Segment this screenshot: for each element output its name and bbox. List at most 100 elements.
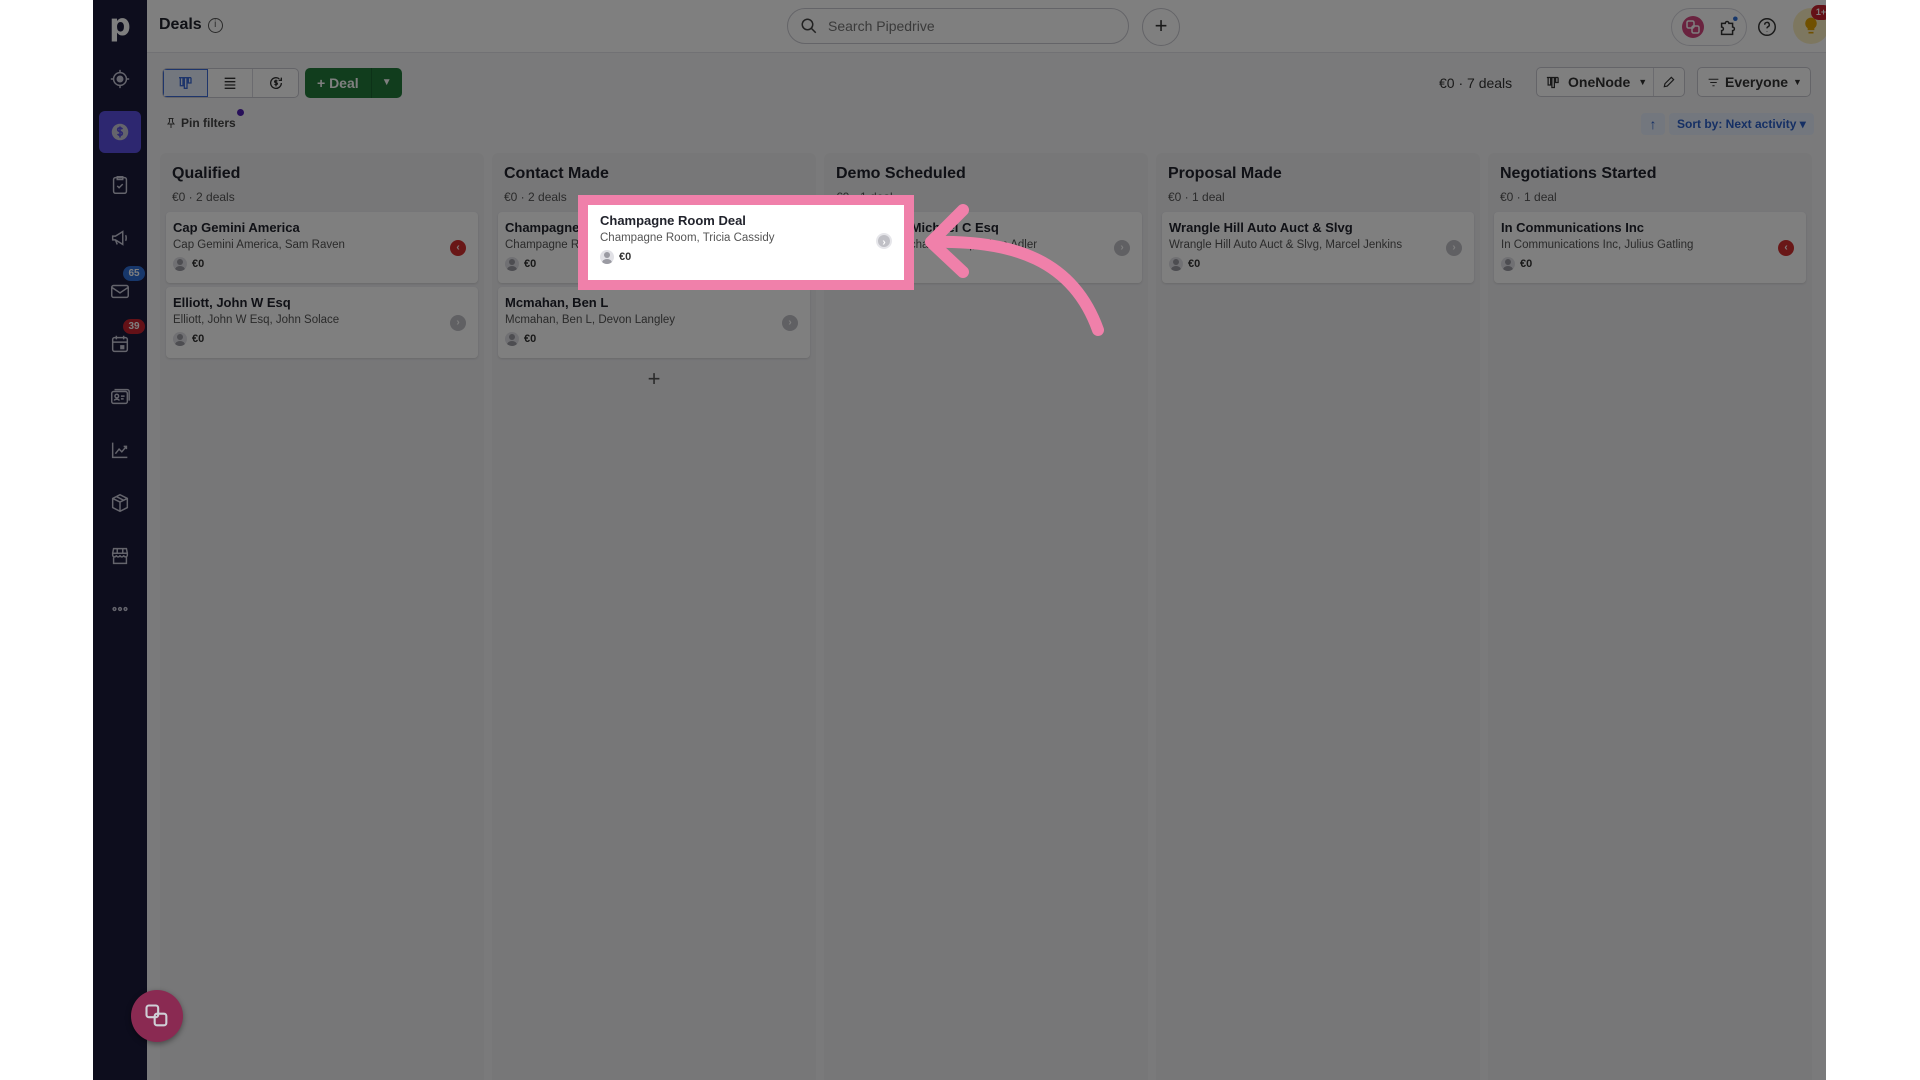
deal-value: €0 [524, 333, 537, 345]
stage-meta: €0 · 2 deals [172, 190, 235, 204]
top-bar: Deals i + 1+ BL [147, 0, 1826, 53]
filter-icon [1708, 78, 1719, 86]
deal-value: €0 [1520, 258, 1533, 270]
deal-card[interactable]: Wrangle Hill Auto Auct & Slvg Wrangle Hi… [1162, 212, 1474, 283]
deal-title: Mcmahan, Ben L [505, 295, 609, 310]
person-icon [173, 257, 187, 271]
deal-title: Champagne Room Deal [600, 213, 746, 228]
stage-title: Qualified [172, 165, 241, 182]
highlighted-deal-card[interactable]: Champagne Room Deal Champagne Room, Tric… [588, 205, 904, 280]
add-deal-dropdown-button[interactable]: ▼ [372, 68, 402, 98]
stage-meta: €0 · 2 deals [504, 190, 567, 204]
sidebar-item-focus[interactable] [99, 58, 141, 100]
sidebar-item-products[interactable] [99, 482, 141, 524]
help-button[interactable] [1754, 14, 1780, 40]
pin-filters-indicator [237, 109, 244, 116]
sidebar-item-mail[interactable]: 65 [99, 266, 145, 312]
pipedrive-logo[interactable]: p [93, 8, 147, 44]
deal-title: In Communications Inc [1501, 220, 1645, 235]
pin-filters-button[interactable]: Pin filters [165, 116, 236, 130]
contact-card-icon [111, 388, 130, 405]
deal-card[interactable]: Cap Gemini America Cap Gemini America, S… [166, 212, 478, 283]
add-deal-button[interactable]: + Deal [305, 68, 372, 98]
search-icon [801, 18, 817, 34]
mail-badge: 65 [123, 266, 145, 281]
extensions-button[interactable] [1715, 14, 1741, 40]
arrow-up-icon: ↑ [1649, 116, 1657, 132]
schedule-activity-icon[interactable]: › [450, 315, 466, 331]
schedule-activity-icon[interactable]: › [1446, 240, 1462, 256]
dollar-icon [111, 123, 129, 141]
box-icon [111, 493, 129, 513]
stage-meta: €0 · 1 deal [836, 190, 893, 204]
deal-card[interactable]: In Communications Inc In Communications … [1494, 212, 1806, 283]
deal-value: €0 [192, 258, 205, 270]
deal-org-person: Champagne Room, Tricia Cassidy [600, 232, 775, 244]
chart-line-icon [111, 442, 128, 459]
stage-column: Proposal Made €0 · 1 deal Wrangle Hill A… [1156, 153, 1480, 1080]
mail-icon [111, 284, 129, 299]
overdue-activity-icon[interactable]: ‹ [1778, 240, 1794, 256]
search-bar[interactable] [787, 8, 1129, 44]
store-icon [111, 547, 129, 565]
onenode-icon [1682, 16, 1704, 38]
sidebar-item-more[interactable] [99, 588, 141, 630]
sidebar-item-deals[interactable] [99, 111, 141, 153]
tips-badge: 1+ [1811, 5, 1826, 20]
sidebar-item-activities[interactable] [99, 164, 141, 206]
pipeline-view-button[interactable] [163, 69, 208, 97]
person-icon [600, 250, 614, 264]
deal-card[interactable]: Elliott, John W Esq Elliott, John W Esq,… [166, 287, 478, 358]
quick-add-button[interactable]: + [1142, 8, 1180, 46]
person-icon [173, 332, 187, 346]
overdue-activity-icon[interactable]: ‹ [450, 240, 466, 256]
pipeline-icon [179, 77, 192, 89]
deal-org-person: Mcmahan, Ben L, Devon Langley [505, 314, 676, 326]
schedule-activity-icon[interactable]: › [782, 315, 798, 331]
pipeline-selector: OneNode ▼ [1536, 67, 1685, 97]
sidebar-item-calendar[interactable]: 39 [99, 319, 145, 365]
clipboard-check-icon [112, 176, 128, 194]
forecast-view-button[interactable] [253, 69, 298, 97]
pipeline-dropdown[interactable]: OneNode ▼ [1537, 68, 1654, 96]
stage-column: Negotiations Started €0 · 1 deal In Comm… [1488, 153, 1812, 1080]
add-deal-to-stage-button[interactable]: + [498, 366, 810, 392]
sidebar-item-marketplace[interactable] [99, 535, 141, 577]
stage-column: Demo Scheduled €0 · 1 deal Thompson, Mic… [824, 153, 1148, 1080]
pencil-icon [1663, 76, 1675, 88]
deal-org-person: Cap Gemini America, Sam Raven [173, 239, 345, 251]
person-icon [1169, 257, 1183, 271]
deal-org-person: In Communications Inc, Julius Gatling [1501, 239, 1694, 251]
sort-by-dropdown[interactable]: Sort by: Next activity ▾ [1669, 113, 1814, 135]
list-view-button[interactable] [208, 69, 253, 97]
sidebar-item-insights[interactable] [99, 429, 141, 471]
deal-value: €0 [619, 251, 632, 263]
onenode-icon [145, 1004, 168, 1027]
list-icon [224, 77, 236, 89]
info-icon[interactable]: i [207, 17, 223, 33]
schedule-activity-icon[interactable]: › [1114, 240, 1130, 256]
onenode-app-button[interactable] [1680, 14, 1706, 40]
stage-meta: €0 · 1 deal [1500, 190, 1557, 204]
page-title-text: Deals [159, 16, 202, 33]
schedule-activity-icon[interactable]: › [876, 233, 892, 249]
sort-direction-button[interactable]: ↑ [1641, 113, 1665, 135]
pipedrive-app: p 65 39 Deals i Search Pipedrive + 1+ + … [93, 0, 1826, 1080]
edit-pipeline-button[interactable] [1654, 68, 1684, 96]
sidebar-item-contacts[interactable] [99, 376, 141, 418]
stage-title: Demo Scheduled [836, 165, 966, 182]
forecast-icon [269, 77, 282, 89]
calendar-icon [111, 335, 129, 353]
search-input[interactable] [828, 18, 1108, 34]
pipeline-board: Qualified €0 · 2 deals Cap Gemini Americ… [160, 153, 1826, 1080]
deal-value: €0 [192, 333, 205, 345]
sidebar-item-campaigns[interactable] [99, 217, 141, 259]
deal-title: Elliott, John W Esq [173, 295, 291, 310]
deal-org-person: Elliott, John W Esq, John Solace [173, 314, 340, 326]
deal-card[interactable]: Mcmahan, Ben L Mcmahan, Ben L, Devon Lan… [498, 287, 810, 358]
deal-value: €0 [524, 258, 537, 270]
onenode-floating-button[interactable] [131, 990, 183, 1042]
owner-filter-dropdown[interactable]: Everyone ▼ [1697, 67, 1811, 97]
deal-title: Cap Gemini America [173, 220, 300, 235]
stage-title: Contact Made [504, 165, 609, 182]
